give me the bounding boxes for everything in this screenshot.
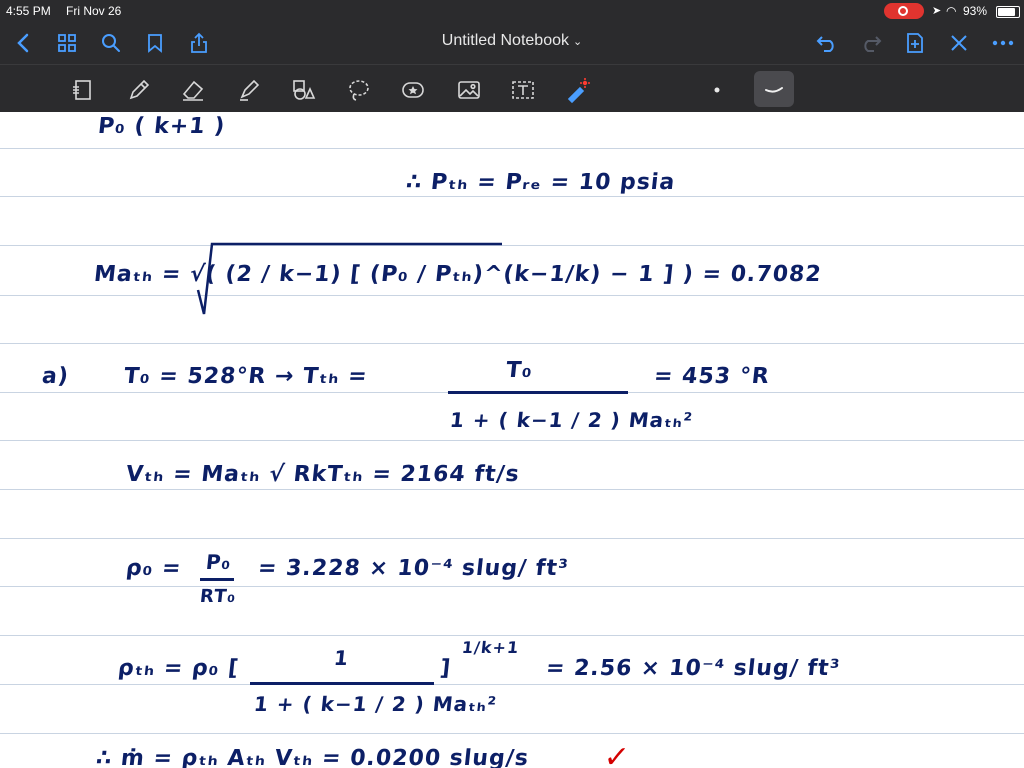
status-bar: 4:55 PM Fri Nov 26 ➤ ◠ 93% xyxy=(0,0,1024,22)
sticker-icon[interactable] xyxy=(398,75,428,105)
pen-icon[interactable] xyxy=(124,75,154,105)
battery-percent: 93% xyxy=(963,4,988,18)
status-date: Fri Nov 26 xyxy=(66,4,122,18)
note-line-7-denominator: 1 + ( k−1 / 2 ) Maₜₕ² xyxy=(252,692,499,716)
more-icon[interactable] xyxy=(990,30,1016,56)
ruled-line xyxy=(0,635,1024,636)
note-line-7-exponent: 1/k+1 xyxy=(461,638,521,657)
ruled-line xyxy=(0,343,1024,344)
note-line-4: T₀ = 528°R → Tₜₕ = xyxy=(122,364,369,389)
ruled-line xyxy=(0,245,1024,246)
note-line-4-result: = 453 °R xyxy=(652,364,771,389)
wifi-icon: ◠ xyxy=(946,4,957,18)
add-page-icon[interactable] xyxy=(902,30,928,56)
notebook-page[interactable]: P₀ ( k+1 ) ∴ Pₜₕ = Pᵣₑ = 10 psia Maₜₕ = … xyxy=(0,112,1024,768)
status-time: 4:55 PM xyxy=(6,4,51,18)
note-line-6-result: = 3.228 × 10⁻⁴ slug/ ft³ xyxy=(256,556,570,581)
note-line-7-result: = 2.56 × 10⁻⁴ slug/ ft³ xyxy=(544,656,842,681)
note-line-4-denominator: 1 + ( k−1 / 2 ) Maₜₕ² xyxy=(448,408,695,432)
fraction-bar xyxy=(250,682,434,685)
note-line-4-numerator: T₀ xyxy=(504,358,534,383)
screen-recording-icon[interactable] xyxy=(884,3,924,19)
ruled-line xyxy=(0,586,1024,587)
redo-icon[interactable] xyxy=(858,30,884,56)
note-line-6-density: ρ₀ = xyxy=(124,556,183,581)
ruled-line xyxy=(0,489,1024,490)
read-only-icon[interactable] xyxy=(68,75,98,105)
chevron-down-icon: ⌄ xyxy=(572,36,583,48)
close-pen-icon[interactable] xyxy=(946,30,972,56)
note-line-7-throat-density: ρₜₕ = ρ₀ [ xyxy=(116,656,241,681)
note-line-5-velocity: Vₜₕ = Maₜₕ √ RkTₜₕ = 2164 ft/s xyxy=(124,462,521,487)
ruled-line xyxy=(0,440,1024,441)
nav-bar: Untitled Notebook ⌄ xyxy=(0,22,1024,64)
note-line-2: ∴ Pₜₕ = Pᵣₑ = 10 psia xyxy=(404,170,677,195)
note-line-6-numerator: P₀ xyxy=(204,550,233,574)
radical-sign xyxy=(196,242,502,315)
ruled-line xyxy=(0,148,1024,149)
shapes-icon[interactable] xyxy=(288,75,318,105)
ruled-line xyxy=(0,733,1024,734)
lasso-icon[interactable] xyxy=(344,75,374,105)
fraction-bar xyxy=(448,391,628,394)
text-box-icon[interactable] xyxy=(508,75,538,105)
note-line-6-denominator: RT₀ xyxy=(198,586,238,607)
laser-pointer-icon[interactable] xyxy=(562,75,592,105)
undo-icon[interactable] xyxy=(814,30,840,56)
battery-icon xyxy=(996,6,1020,18)
highlighter-icon[interactable] xyxy=(234,75,264,105)
part-a-label: a) xyxy=(40,364,71,389)
note-line-8-mass-flow: ∴ ṁ = ρₜₕ Aₜₕ Vₜₕ = 0.0200 slug/s xyxy=(94,746,531,768)
ruled-line xyxy=(0,196,1024,197)
ruled-line xyxy=(0,295,1024,296)
image-icon[interactable] xyxy=(454,75,484,105)
ruled-line xyxy=(0,684,1024,685)
note-line-7-numerator: 1 xyxy=(332,646,351,670)
drawing-toolbar xyxy=(0,64,1024,167)
checkmark: ✓ xyxy=(602,740,632,768)
eraser-icon[interactable] xyxy=(178,75,208,105)
pen-thickness-dot-icon[interactable] xyxy=(702,75,732,105)
ruled-line xyxy=(0,538,1024,539)
notebook-title-text: Untitled Notebook xyxy=(441,32,569,49)
note-line-1: P₀ ( k+1 ) xyxy=(96,114,227,139)
fraction-bar xyxy=(200,578,234,581)
location-icon: ➤ xyxy=(932,5,942,17)
note-line-7-bracket: ] xyxy=(438,656,453,681)
pen-stroke-style-icon[interactable] xyxy=(754,71,794,107)
